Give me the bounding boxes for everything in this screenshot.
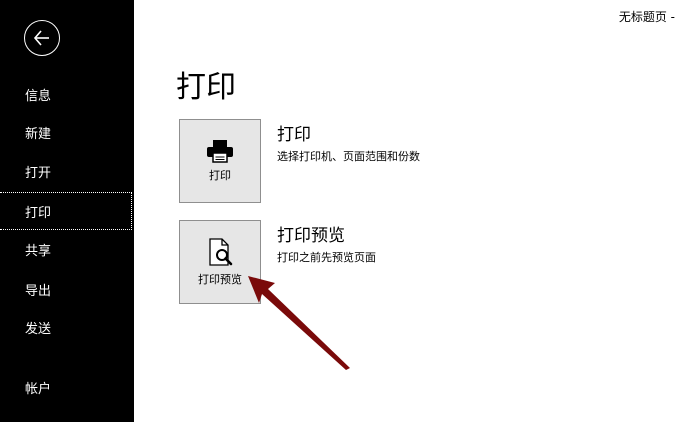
print-preview-button-label: 打印预览 <box>198 273 242 286</box>
sidebar-item-send[interactable]: 发送 <box>0 309 132 345</box>
print-button-label: 打印 <box>209 169 231 182</box>
page-title: 打印 <box>176 70 236 105</box>
sidebar-item-share[interactable]: 共享 <box>0 231 132 267</box>
printer-icon <box>207 140 233 163</box>
back-arrow-icon <box>33 30 49 46</box>
document-title: 无标题页 - <box>618 10 675 24</box>
document-magnifier-icon <box>209 238 233 266</box>
sidebar-item-open[interactable]: 打开 <box>0 153 132 189</box>
print-preview-option-title: 打印预览 <box>277 226 345 246</box>
print-preview-button[interactable]: 打印预览 <box>179 220 261 304</box>
print-preview-option-description: 打印之前先预览页面 <box>277 251 376 264</box>
sidebar-item-info[interactable]: 信息 <box>0 76 132 112</box>
sidebar-item-export[interactable]: 导出 <box>0 271 132 307</box>
print-option-description: 选择打印机、页面范围和份数 <box>277 150 420 163</box>
backstage-sidebar: 信息 新建 打开 打印 共享 导出 发送 帐户 <box>0 0 134 422</box>
print-button[interactable]: 打印 <box>179 119 261 203</box>
sidebar-item-account[interactable]: 帐户 <box>0 369 132 405</box>
back-button[interactable] <box>24 20 60 56</box>
sidebar-item-print[interactable]: 打印 <box>0 192 132 230</box>
sidebar-item-new[interactable]: 新建 <box>0 114 132 150</box>
print-option-title: 打印 <box>277 125 311 145</box>
